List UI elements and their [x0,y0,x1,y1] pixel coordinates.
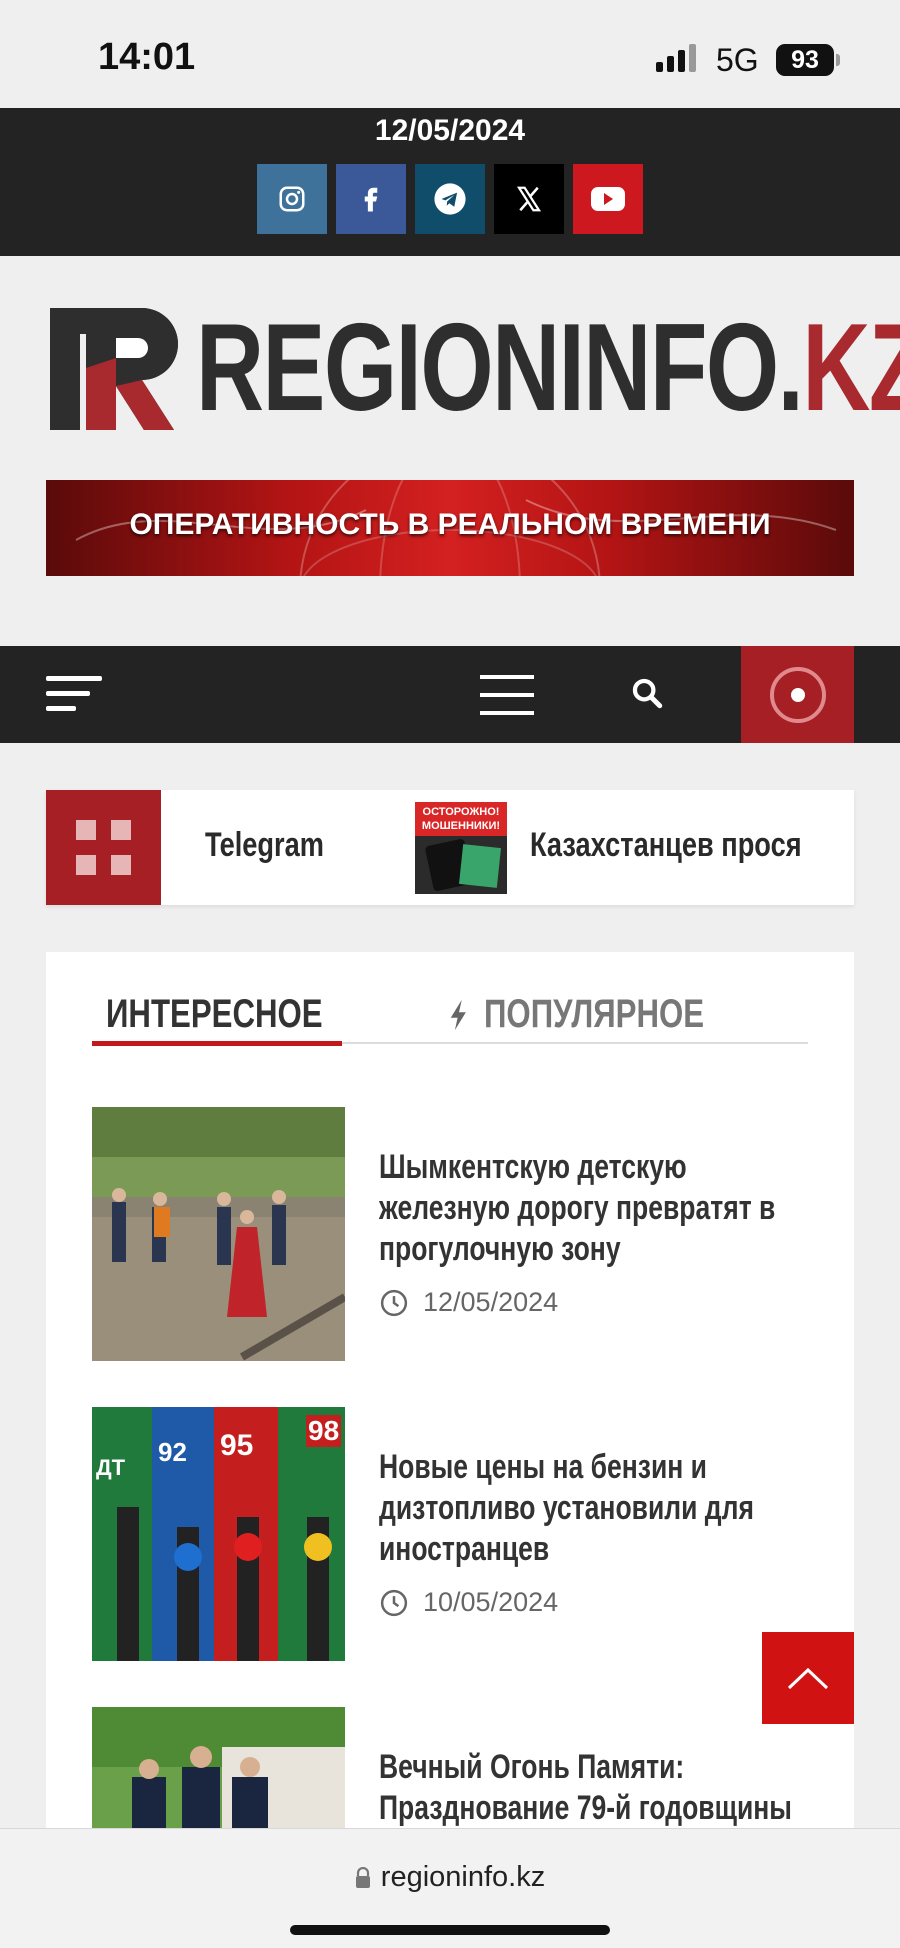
current-date: 12/05/2024 [374,114,526,147]
facebook-icon[interactable] [336,164,406,234]
status-time: 14:01 [98,36,196,78]
article-thumbnail[interactable]: ДТ 92 95 98 [92,1407,345,1661]
x-icon[interactable] [494,164,564,234]
logo-mark-icon [50,308,178,430]
home-indicator [290,1925,610,1935]
status-bar: 14:01 5G 93 [0,0,900,108]
live-button[interactable] [741,646,854,743]
ticker-thumbnail[interactable]: ОСТОРОЖНО! МОШЕННИКИ! [415,802,507,894]
main-navbar [0,646,900,743]
article-date: 10/05/2024 [379,1587,558,1618]
live-icon [769,666,826,723]
youtube-icon[interactable] [573,164,643,234]
article-date: 12/05/2024 [379,1287,558,1318]
ticker-item[interactable]: Казахстанцев прося [530,826,802,865]
search-icon[interactable] [630,676,664,715]
lock-icon [355,1866,370,1888]
network-label: 5G [716,42,759,78]
site-logo[interactable]: REGIONINFO.KZ [46,300,900,436]
top-bar: 12/05/2024 [0,108,900,256]
news-widget: ИНТЕРЕСНОЕ ПОПУЛЯРНОЕ Шымкентскую детску… [46,952,854,1948]
article-title[interactable]: Новые цены на бензин и дизтопливо устано… [379,1447,800,1570]
ticker-item[interactable]: Telegram [205,826,324,865]
slogan-banner: ОПЕРАТИВНОСТЬ В РЕАЛЬНОМ ВРЕМЕНИ [46,480,854,576]
chevron-up-icon [787,1667,829,1690]
signal-icon [656,44,696,72]
scroll-to-top-button[interactable] [762,1632,854,1724]
browser-address-bar: regioninfo.kz [0,1828,900,1948]
tab-interesting[interactable]: ИНТЕРЕСНОЕ [92,994,342,1046]
news-ticker: Telegram ОСТОРОЖНО! МОШЕННИКИ! Казахстан… [46,790,854,905]
battery-tip [836,54,840,66]
telegram-icon[interactable] [415,164,485,234]
url-field[interactable]: regioninfo.kz [0,1861,900,1894]
article-item[interactable]: Шымкентскую детскую железную дорогу прев… [92,1107,808,1361]
social-links [257,164,643,234]
clock-icon [380,1589,408,1616]
article-item[interactable]: ДТ 92 95 98 Новые цены на бензин и дизто… [92,1407,808,1661]
tab-popular[interactable]: ПОПУЛЯРНОЕ [448,994,766,1046]
clock-icon [380,1289,408,1316]
banner-slogan: ОПЕРАТИВНОСТЬ В РЕАЛЬНОМ ВРЕМЕНИ [129,508,771,541]
article-thumbnail[interactable] [92,1107,345,1361]
hamburger-menu-icon[interactable] [480,674,534,721]
widget-tabs: ИНТЕРЕСНОЕ ПОПУЛЯРНОЕ [92,994,808,1046]
logo-text: REGIONINFO.KZ [196,299,900,437]
offcanvas-menu-icon[interactable] [46,674,102,719]
article-title[interactable]: Шымкентскую детскую железную дорогу прев… [379,1147,800,1270]
bolt-icon [450,999,466,1031]
grid-icon [46,790,161,905]
instagram-icon[interactable] [257,164,327,234]
battery-icon: 93 [776,44,834,76]
